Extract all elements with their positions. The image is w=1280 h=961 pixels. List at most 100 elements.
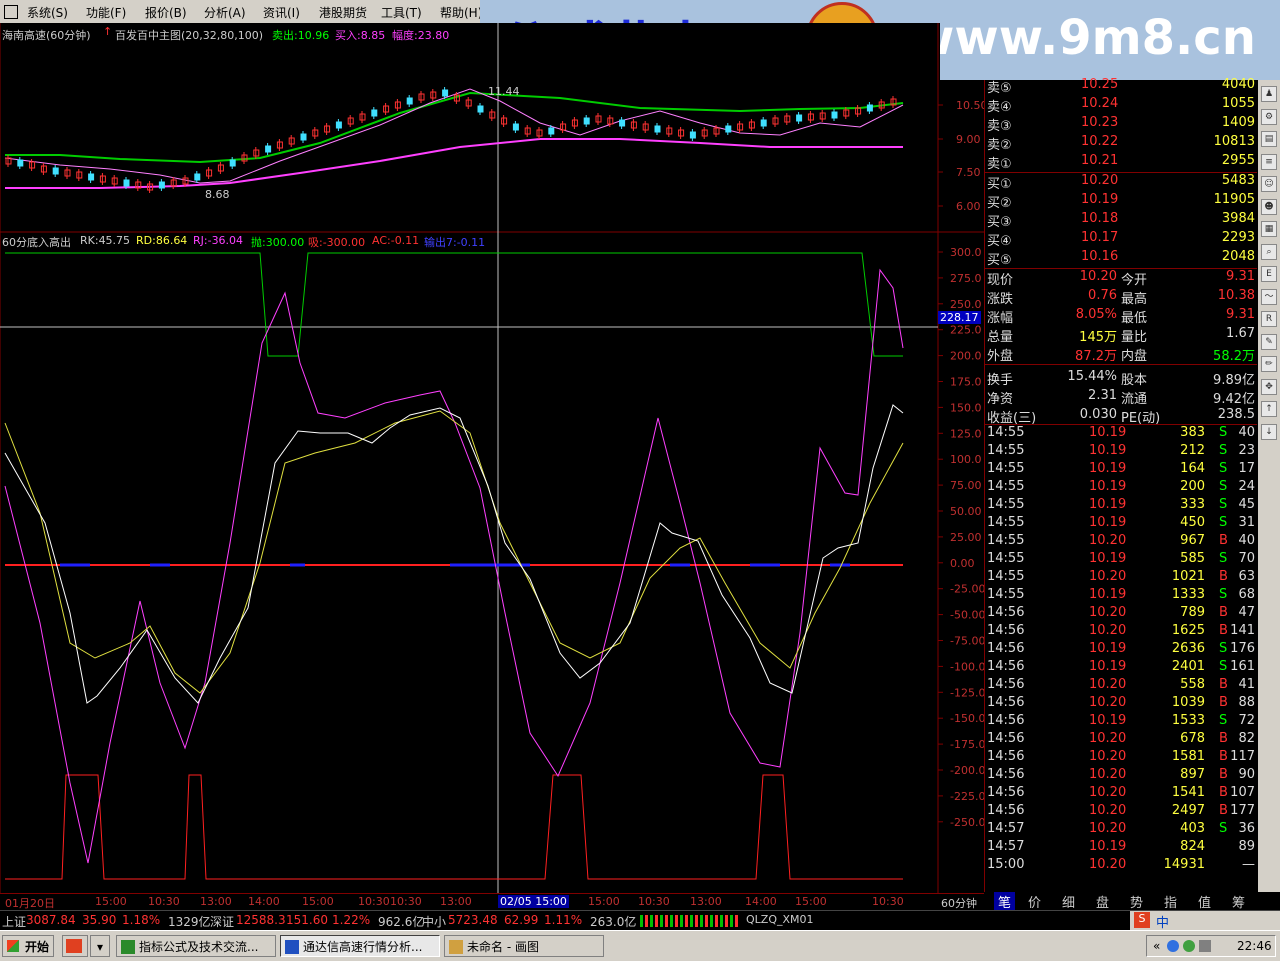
menu-help[interactable]: 帮助(H) — [440, 4, 482, 21]
pencil-icon[interactable]: ✏ — [1261, 356, 1277, 372]
menu-news[interactable]: 资讯(I) — [263, 4, 300, 21]
down-icon[interactable]: ↓ — [1261, 423, 1277, 440]
sub-tick-label: 0.00 — [950, 557, 975, 570]
stat-row[interactable]: 涨跌 0.76 最高 10.38 — [985, 288, 1257, 307]
tick-row[interactable]: 14:55 10.19 333 S 45 — [985, 497, 1257, 515]
chart-icon[interactable]: ▤ — [1261, 131, 1277, 147]
tick-row[interactable]: 14:56 10.20 558 B 41 — [985, 677, 1257, 695]
ask-row[interactable]: 卖④ 10.24 1055 — [985, 96, 1257, 115]
tick-time: 14:56 — [987, 731, 1025, 746]
tick-row[interactable]: 14:55 10.19 1333 S 68 — [985, 587, 1257, 605]
tick-row[interactable]: 14:55 10.19 164 S 17 — [985, 461, 1257, 479]
tick-row[interactable]: 15:00 10.20 14931 — — [985, 857, 1257, 875]
period-label[interactable]: 60分钟 — [941, 895, 977, 911]
tray-expand-icon[interactable]: « — [1153, 939, 1160, 953]
menu-system[interactable]: 系统(S) — [27, 4, 68, 21]
tick-row[interactable]: 14:55 10.19 200 S 24 — [985, 479, 1257, 497]
chart-svg[interactable]: 10.50 9.00 7.50 6.00 300.0 275.0 250.0 225.0 200… — [0, 23, 984, 893]
bid-row[interactable]: 买④ 10.17 2293 — [985, 230, 1257, 249]
search-icon[interactable]: ⌕ — [1261, 243, 1277, 260]
network-icon[interactable] — [1167, 940, 1179, 952]
stat-row[interactable]: 总量 145万 量比 1.67 — [985, 326, 1257, 345]
sub-indicator-name[interactable]: 60分底入高出 — [2, 234, 71, 250]
bid-row[interactable]: 买② 10.19 11905 — [985, 192, 1257, 211]
tick-row[interactable]: 14:55 10.20 1021 B 63 — [985, 569, 1257, 587]
quicklaunch-sogou[interactable] — [62, 935, 88, 957]
bid-volume: 11905 — [1213, 192, 1255, 207]
start-button[interactable]: 开始 — [2, 935, 54, 957]
tick-row[interactable]: 14:56 10.19 2401 S 161 — [985, 659, 1257, 677]
indicator-name[interactable]: 百发百中主图(20,32,80,100) — [115, 27, 263, 43]
stat-row[interactable]: 收益(三) 0.030 PE(动) 238.5 — [985, 407, 1257, 426]
stat-row[interactable]: 净资 2.31 流通 9.42亿 — [985, 388, 1257, 407]
bid-row[interactable]: 买⑤ 10.16 2048 — [985, 249, 1257, 268]
tick-count: 24 — [1238, 479, 1255, 494]
rsi-icon[interactable]: R — [1261, 311, 1277, 327]
quote-tab[interactable]: 筹 — [1232, 892, 1245, 911]
quicklaunch-more[interactable]: ▾ — [90, 935, 110, 957]
tick-row[interactable]: 14:56 10.20 789 B 47 — [985, 605, 1257, 623]
ask-row[interactable]: 卖② 10.22 10813 — [985, 134, 1257, 153]
ask-row[interactable]: 卖⑤ 10.25 4040 — [985, 77, 1257, 96]
tick-row[interactable]: 14:56 10.20 1541 B 107 — [985, 785, 1257, 803]
stat-row[interactable]: 外盘 87.2万 内盘 58.2万 — [985, 345, 1257, 364]
quote-tab[interactable]: 值 — [1198, 892, 1211, 911]
tick-row[interactable]: 14:56 10.20 2497 B 177 — [985, 803, 1257, 821]
table-icon[interactable]: ▦ — [1261, 221, 1277, 237]
tick-row[interactable]: 14:57 10.19 824 89 — [985, 839, 1257, 857]
tick-row[interactable]: 14:55 10.19 450 S 31 — [985, 515, 1257, 533]
list-icon[interactable]: ≡ — [1261, 153, 1277, 170]
app-icon[interactable] — [4, 5, 18, 19]
menu-tools[interactable]: 工具(T) — [381, 4, 422, 21]
tick-row[interactable]: 14:56 10.20 1625 B 141 — [985, 623, 1257, 641]
etf-icon[interactable]: E — [1261, 266, 1277, 282]
tick-row[interactable]: 14:55 10.19 383 S 40 — [985, 425, 1257, 443]
stat-row[interactable]: 现价 10.20 今开 9.31 — [985, 269, 1257, 288]
move-icon[interactable]: ✥ — [1261, 378, 1277, 395]
tick-row[interactable]: 14:56 10.20 1039 B 88 — [985, 695, 1257, 713]
tick-row[interactable]: 14:56 10.19 1533 S 72 — [985, 713, 1257, 731]
tool-icon[interactable]: ⚙ — [1261, 108, 1277, 125]
ask-row[interactable]: 卖③ 10.23 1409 — [985, 115, 1257, 134]
quote-tab[interactable]: 细 — [1062, 892, 1075, 911]
tick-time: 14:56 — [987, 713, 1025, 728]
volume-icon[interactable] — [1199, 940, 1211, 952]
bid-row[interactable]: 买① 10.20 5483 — [985, 173, 1257, 192]
ask-row[interactable]: 卖① 10.21 2955 — [985, 153, 1257, 172]
group-icon[interactable]: ☻ — [1261, 198, 1277, 215]
draw-icon[interactable]: ✎ — [1261, 333, 1277, 350]
task-paint[interactable]: 未命名 - 画图 — [444, 935, 604, 957]
ime-bar[interactable]: S 中 — [1130, 911, 1280, 931]
sogou-icon[interactable]: S — [1134, 912, 1150, 928]
tick-row[interactable]: 14:55 10.20 967 B 40 — [985, 533, 1257, 551]
task-tdx[interactable]: 通达信高速行情分析... — [280, 935, 440, 957]
clock[interactable]: 22:46 — [1237, 939, 1272, 953]
menu-function[interactable]: 功能(F) — [86, 4, 126, 21]
quote-tab[interactable]: 价 — [1028, 892, 1041, 911]
tick-row[interactable]: 14:57 10.20 403 S 36 — [985, 821, 1257, 839]
tick-row[interactable]: 14:56 10.20 678 B 82 — [985, 731, 1257, 749]
tick-row[interactable]: 14:56 10.20 897 B 90 — [985, 767, 1257, 785]
tick-row[interactable]: 14:56 10.20 1581 B 117 — [985, 749, 1257, 767]
quote-tab[interactable]: 指 — [1164, 892, 1177, 911]
ime-mode[interactable]: 中 — [1156, 912, 1169, 931]
quote-tab[interactable]: 笔 — [994, 892, 1016, 911]
tick-row[interactable]: 14:56 10.19 2636 S 176 — [985, 641, 1257, 659]
security-icon[interactable] — [1183, 940, 1195, 952]
menu-analysis[interactable]: 分析(A) — [204, 4, 246, 21]
tick-row[interactable]: 14:55 10.19 585 S 70 — [985, 551, 1257, 569]
person-icon[interactable]: ☺ — [1261, 176, 1277, 192]
stat-row[interactable]: 涨幅 8.05% 最低 9.31 — [985, 307, 1257, 326]
chart-area[interactable]: 10.50 9.00 7.50 6.00 300.0 275.0 250.0 225.0 200… — [0, 23, 984, 893]
tick-row[interactable]: 14:55 10.19 212 S 23 — [985, 443, 1257, 461]
up-icon[interactable]: ↑ — [1261, 401, 1277, 417]
menu-hk-futures[interactable]: 港股期货 — [319, 4, 367, 21]
quote-tab[interactable]: 盘 — [1096, 892, 1109, 911]
line-icon[interactable]: 〜 — [1261, 288, 1277, 305]
indicator-icon[interactable]: ♟ — [1261, 86, 1277, 102]
stat-row[interactable]: 换手 15.44% 股本 9.89亿 — [985, 369, 1257, 388]
menu-quote[interactable]: 报价(B) — [145, 4, 187, 21]
quote-tab[interactable]: 势 — [1130, 892, 1143, 911]
bid-row[interactable]: 买③ 10.18 3984 — [985, 211, 1257, 230]
task-forum[interactable]: 指标公式及技术交流... — [116, 935, 276, 957]
